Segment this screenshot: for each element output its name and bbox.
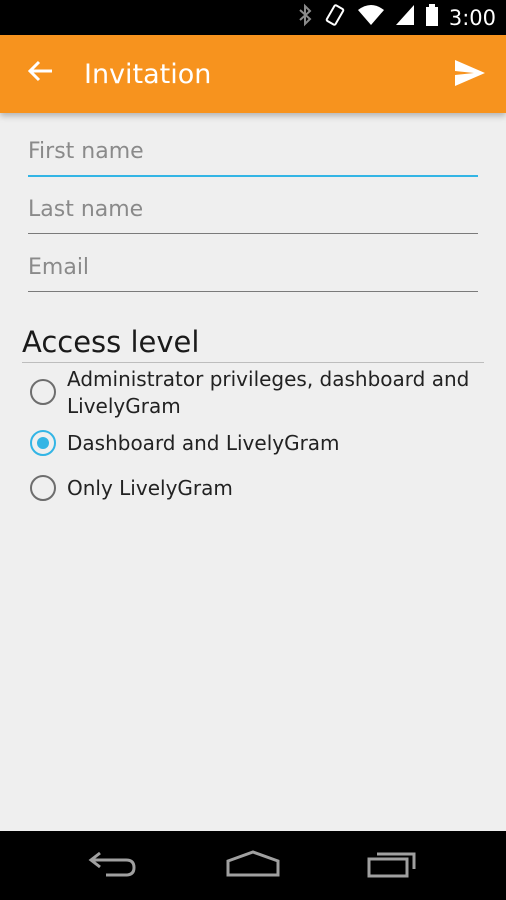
signal-icon xyxy=(395,4,415,31)
radio-label-admin: Administrator privileges, dashboard and … xyxy=(67,367,470,418)
radio-label-dashboard: Dashboard and LivelyGram xyxy=(67,431,340,455)
status-bar: 3:00 xyxy=(0,0,506,35)
nav-back-button[interactable] xyxy=(82,845,142,885)
back-button[interactable] xyxy=(20,53,60,93)
radio-option-lively[interactable]: Only LivelyGram xyxy=(30,475,480,502)
radio-label-lively: Only LivelyGram xyxy=(67,476,233,500)
nav-recents-button[interactable] xyxy=(362,845,422,885)
nav-bar xyxy=(0,831,506,900)
send-button[interactable] xyxy=(450,55,490,95)
nav-home-button[interactable] xyxy=(223,845,283,885)
radio-button-admin[interactable] xyxy=(30,379,56,405)
last-name-field xyxy=(28,187,478,234)
radio-button-lively[interactable] xyxy=(30,475,56,501)
email-field xyxy=(28,245,478,292)
first-name-field xyxy=(28,129,478,177)
radio-button-dashboard[interactable] xyxy=(30,430,56,456)
vibrate-icon xyxy=(323,3,347,32)
access-level-title: Access level xyxy=(22,325,200,359)
first-name-input[interactable] xyxy=(28,129,478,173)
wifi-icon xyxy=(357,4,385,31)
app-bar: Invitation xyxy=(0,35,506,113)
recents-nav-icon xyxy=(366,847,418,884)
email-input[interactable] xyxy=(28,245,478,289)
radio-option-admin[interactable]: Administrator privileges, dashboard and … xyxy=(30,366,480,420)
access-level-header: Access level xyxy=(22,322,484,363)
page-title: Invitation xyxy=(84,59,212,90)
back-nav-icon xyxy=(86,848,138,883)
back-arrow-icon xyxy=(26,57,54,90)
radio-option-dashboard[interactable]: Dashboard and LivelyGram xyxy=(30,430,480,457)
send-icon xyxy=(454,59,486,92)
bluetooth-icon xyxy=(297,3,313,32)
last-name-input[interactable] xyxy=(28,187,478,231)
status-time: 3:00 xyxy=(448,5,496,30)
status-icons: 3:00 xyxy=(297,0,496,35)
home-nav-icon xyxy=(225,848,281,883)
battery-icon xyxy=(425,3,439,32)
